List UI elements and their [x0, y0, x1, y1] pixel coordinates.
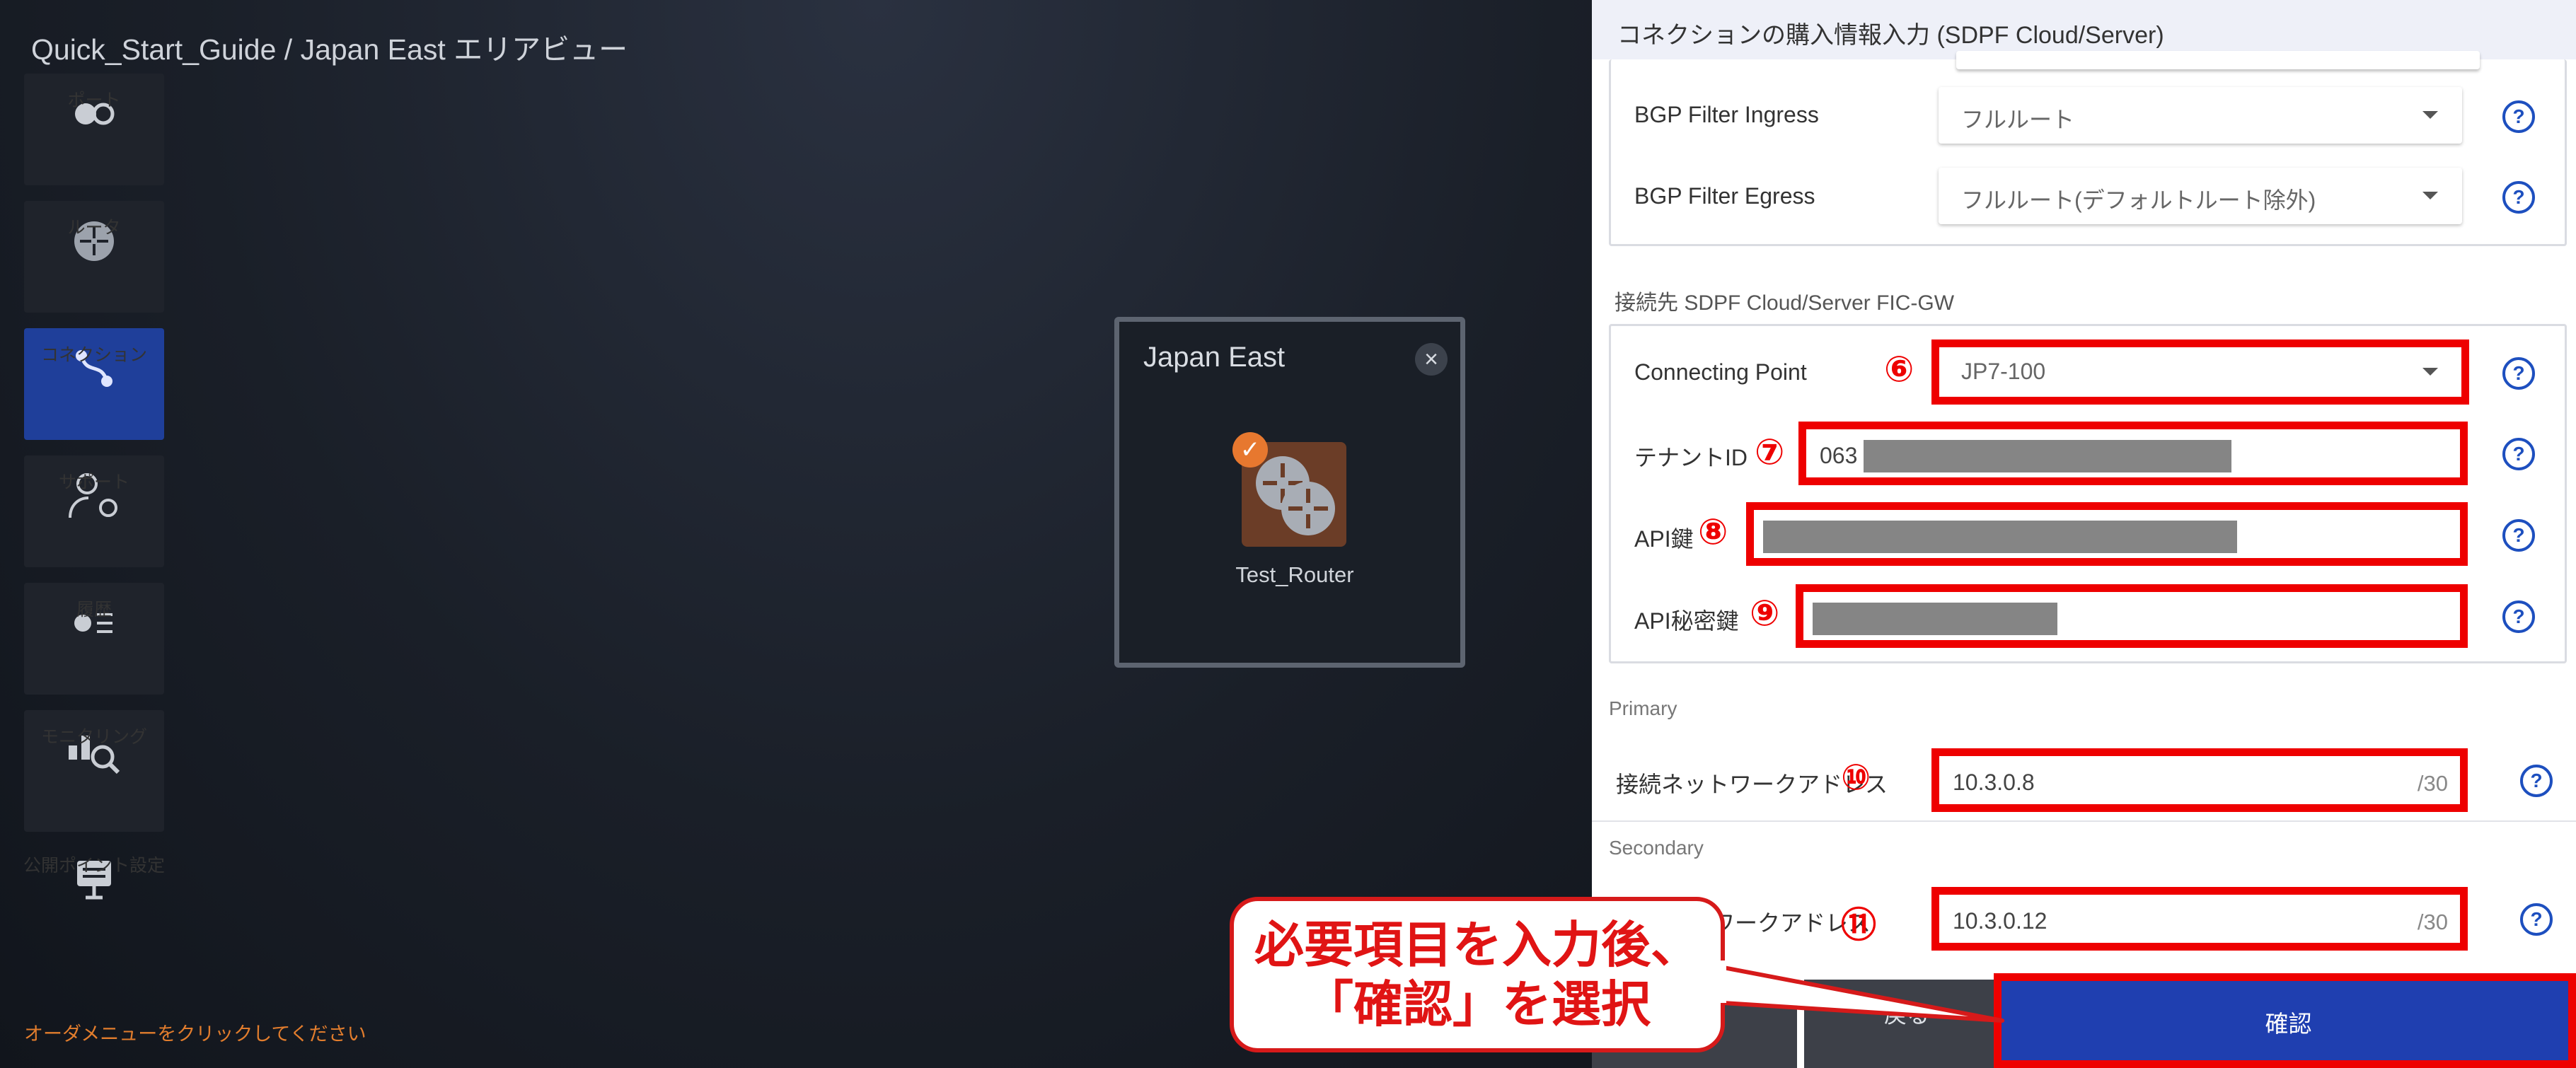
chevron-down-icon: [2422, 192, 2438, 199]
nav-port-label: ポート: [67, 91, 121, 110]
callout-line-1: 必要項目を入力後、: [1254, 917, 1700, 973]
connecting-point-label: Connecting Point: [1634, 359, 1807, 385]
api-secret-label: API秘密鍵: [1634, 608, 1739, 634]
area-popup: Japan East × ✓ Test_Router: [1114, 317, 1465, 668]
help-icon[interactable]: ?: [2502, 519, 2535, 552]
router-name: Test_Router: [1235, 562, 1354, 587]
help-icon[interactable]: ?: [2520, 765, 2553, 797]
step-marker-9: ⑨: [1750, 593, 1780, 633]
highlight-box: [1931, 339, 2469, 405]
help-icon[interactable]: ?: [2520, 903, 2553, 936]
highlight-box: [1796, 584, 2468, 648]
nav-router-label: ルータ: [67, 218, 121, 238]
step-marker-7: ⑦: [1755, 432, 1785, 472]
help-icon[interactable]: ?: [2502, 357, 2535, 390]
prior-select-edge: [1956, 51, 2480, 69]
nav-connection-label: コネクション: [40, 345, 147, 365]
primary-section-title: Primary: [1609, 697, 1677, 719]
step-marker-6: ⑥: [1884, 349, 1914, 389]
bgp-egress-value: フルルート(デフォルトルート除外): [1961, 187, 2316, 213]
bgp-ingress-value: フルルート: [1961, 107, 2075, 132]
nav-public-point-label: 公開ポイント設定: [23, 856, 166, 876]
divider: [1592, 820, 2576, 822]
highlight-box: [1931, 748, 2468, 812]
highlight-box: [1931, 887, 2468, 951]
panel-title: コネクションの購入情報入力 (SDPF Cloud/Server): [1617, 22, 2164, 49]
breadcrumb: Quick_Start_Guide / Japan East エリアビュー: [31, 33, 628, 66]
nav-router[interactable]: ルータ: [24, 201, 164, 313]
nav-monitoring-label: モニタリング: [40, 727, 147, 747]
help-icon[interactable]: ?: [2502, 100, 2535, 133]
highlight-box: [1994, 973, 2576, 1068]
nav-port[interactable]: ポート: [24, 74, 164, 185]
callout-text: 必要項目を入力後、 「確認」を選択: [1234, 915, 1721, 1034]
bgp-ingress-label: BGP Filter Ingress: [1634, 102, 1819, 127]
tenant-id-label: テナントID: [1634, 445, 1748, 470]
bgp-egress-label: BGP Filter Egress: [1634, 183, 1815, 209]
callout-joint: [1708, 960, 1726, 1003]
step-marker-8: ⑧: [1698, 512, 1728, 552]
callout-pointer: [1712, 963, 2004, 1023]
highlight-box: [1798, 422, 2468, 485]
nav-history[interactable]: 履歴: [24, 583, 164, 695]
api-key-label: API鍵: [1634, 526, 1694, 552]
nav-connection[interactable]: コネクション: [24, 328, 164, 440]
nav-history-label: 履歴: [76, 600, 112, 620]
callout-line-2: 「確認」を選択: [1304, 977, 1651, 1032]
nav-monitoring[interactable]: モニタリング: [24, 710, 164, 832]
nav-support-label: サポート: [58, 472, 129, 492]
step-marker-10: ⑩: [1841, 758, 1871, 797]
help-icon[interactable]: ?: [2502, 181, 2535, 214]
purchase-panel: コネクションの購入情報入力 (SDPF Cloud/Server) BGP Fi…: [1592, 0, 2576, 1068]
highlight-box: [1746, 502, 2468, 566]
bgp-egress-select[interactable]: フルルート(デフォルトルート除外): [1939, 168, 2462, 224]
step-marker-11: ⑪: [1841, 905, 1876, 945]
destination-section-title: 接続先 SDPF Cloud/Server FIC-GW: [1615, 291, 1955, 315]
nav-support[interactable]: サポート: [24, 455, 164, 567]
nav-public-point[interactable]: 公開ポイント設定: [23, 839, 166, 951]
bgp-ingress-select[interactable]: フルルート: [1939, 87, 2462, 144]
order-menu-hint: オーダメニューをクリックしてください: [24, 1023, 366, 1045]
help-icon[interactable]: ?: [2502, 600, 2535, 633]
secondary-section-title: Secondary: [1609, 837, 1704, 859]
help-icon[interactable]: ?: [2502, 438, 2535, 470]
chevron-down-icon: [2422, 111, 2438, 119]
area-title: Japan East: [1143, 342, 1286, 373]
close-icon[interactable]: ×: [1415, 343, 1448, 376]
instruction-callout: 必要項目を入力後、 「確認」を選択: [1230, 897, 1725, 1052]
check-icon: ✓: [1232, 432, 1268, 468]
